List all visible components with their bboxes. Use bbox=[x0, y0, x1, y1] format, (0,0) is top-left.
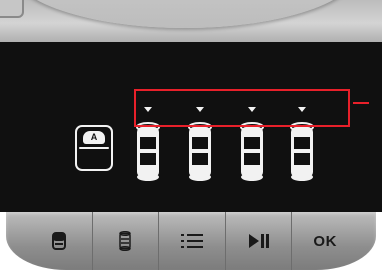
bezel-corner bbox=[0, 0, 24, 18]
bobbin-icon bbox=[119, 231, 132, 251]
stitch-a-icon[interactable]: A bbox=[75, 125, 113, 171]
play-pause-icon bbox=[248, 234, 269, 248]
stitch-a-label: A bbox=[83, 131, 105, 144]
list-button[interactable] bbox=[159, 212, 226, 270]
bobbin-icon-4[interactable] bbox=[289, 122, 315, 182]
list-icon bbox=[180, 234, 203, 248]
stitch-card-icon bbox=[51, 232, 66, 250]
bobbin-icon-2[interactable] bbox=[187, 122, 213, 182]
display-screen: A bbox=[0, 42, 382, 212]
ok-button[interactable]: OK bbox=[292, 212, 376, 270]
stitch-card-button[interactable] bbox=[6, 212, 93, 270]
callout-line bbox=[353, 102, 369, 104]
softkey-area: OK bbox=[0, 212, 382, 279]
softkey-bar: OK bbox=[6, 212, 376, 270]
play-pause-button[interactable] bbox=[226, 212, 293, 270]
stitch-a-divider bbox=[79, 147, 109, 149]
highlight-box bbox=[134, 89, 350, 127]
bezel-arc bbox=[10, 0, 360, 28]
bobbin-button[interactable] bbox=[93, 212, 160, 270]
bobbin-icon-3[interactable] bbox=[239, 122, 265, 182]
bobbin-icon-1[interactable] bbox=[135, 122, 161, 182]
ok-label: OK bbox=[313, 232, 337, 250]
top-bezel bbox=[0, 0, 382, 42]
